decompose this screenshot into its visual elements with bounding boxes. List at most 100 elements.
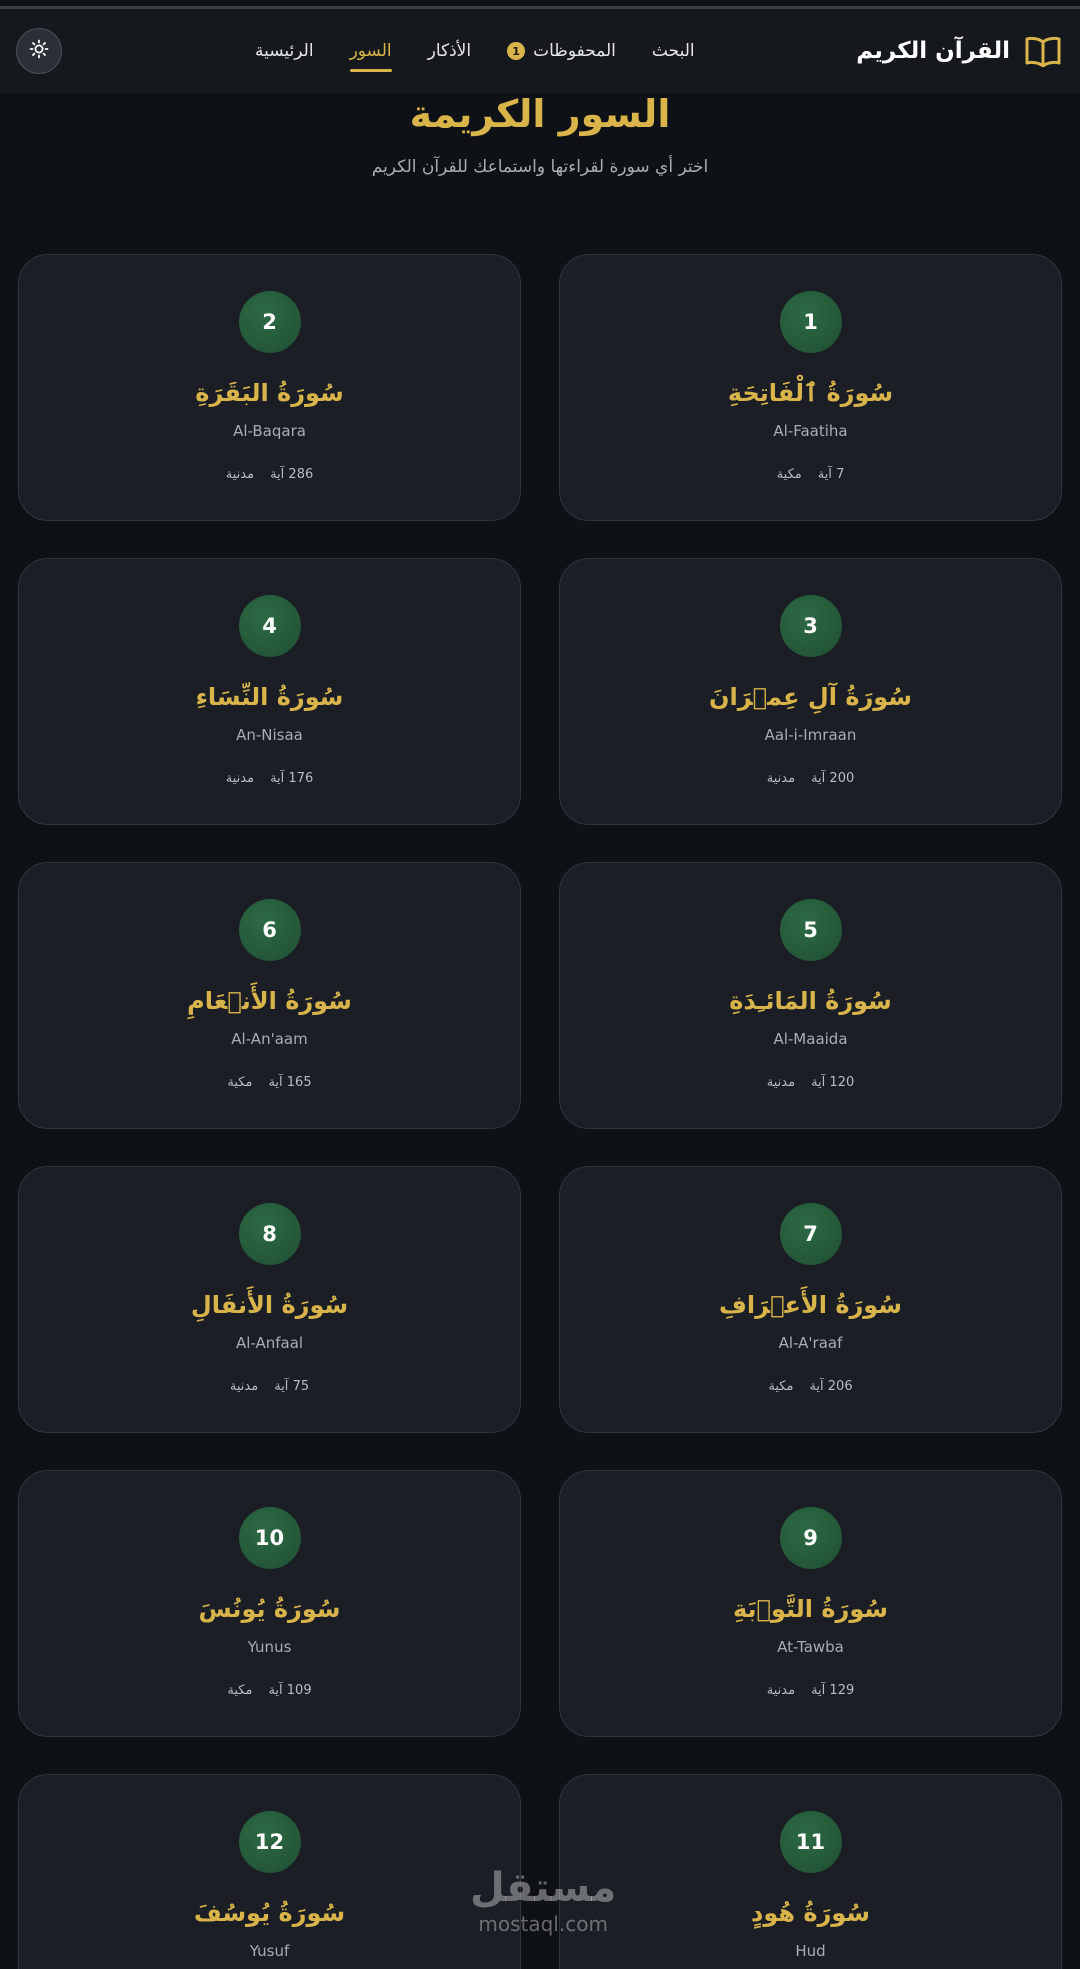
surah-card[interactable]: 8 سُورَةُ الأَنفَالِ Al-Anfaal 75 آية مد… <box>18 1166 521 1433</box>
ayah-word: آية <box>809 1379 824 1394</box>
surah-card[interactable]: 3 سُورَةُ آلِ عِمۡرَانَ Aal-i-Imraan 200… <box>559 558 1062 825</box>
surah-name-english: At-Tawba <box>777 1638 844 1656</box>
surah-number-badge: 6 <box>238 899 301 961</box>
nav-surahs-label: السور <box>349 41 392 61</box>
surah-name-english: Al-A'raaf <box>778 1334 843 1352</box>
ayah-word: آية <box>274 1379 289 1394</box>
surah-card[interactable]: 1 سُورَةُ ٱلْفَاتِحَةِ Al-Faatiha 7 آية … <box>559 254 1062 521</box>
surah-number-badge: 11 <box>779 1811 842 1873</box>
surah-meta: 206 آية مكية <box>560 1379 1061 1394</box>
sun-icon <box>29 39 49 63</box>
surah-name-arabic: سُورَةُ هُودٍ <box>751 1899 870 1927</box>
surah-name-arabic: سُورَةُ يُونُسَ <box>198 1595 341 1623</box>
surah-number-badge: 9 <box>779 1507 842 1569</box>
surah-card[interactable]: 4 سُورَةُ النِّسَاءِ An-Nisaa 176 آية مد… <box>18 558 521 825</box>
surah-meta: 129 آية مدنية <box>560 1683 1061 1698</box>
surah-name-arabic: سُورَةُ النِّسَاءِ <box>195 683 344 711</box>
nav-saved-label: المحفوظات <box>533 41 616 61</box>
surah-card[interactable]: 9 سُورَةُ التَّوۡبَةِ At-Tawba 129 آية م… <box>559 1470 1062 1737</box>
ayah-count-number: 176 <box>288 771 314 786</box>
surah-card[interactable]: 12 سُورَةُ يُوسُفَ Yusuf <box>18 1774 521 1969</box>
surah-name-english: An-Nisaa <box>236 726 303 744</box>
revelation-type: مدنية <box>225 771 255 786</box>
surah-name-arabic: سُورَةُ الأَنۡعَامِ <box>187 987 352 1015</box>
ayah-count: 75 آية <box>274 1379 309 1394</box>
nav-saved[interactable]: المحفوظات 1 <box>507 9 616 93</box>
saved-count-badge: 1 <box>507 42 526 60</box>
nav-search[interactable]: البحث <box>652 9 695 93</box>
surah-number-badge: 5 <box>779 899 842 961</box>
surah-name-arabic: سُورَةُ البَقَرَةِ <box>195 379 344 407</box>
revelation-type: مكية <box>776 467 802 482</box>
surah-name-arabic: سُورَةُ ٱلْفَاتِحَةِ <box>727 379 894 407</box>
surah-card[interactable]: 5 سُورَةُ المَائـِدَةِ Al-Maaida 120 آية… <box>559 862 1062 1129</box>
surah-card[interactable]: 7 سُورَةُ الأَعۡرَافِ Al-A'raaf 206 آية … <box>559 1166 1062 1433</box>
surah-name-english: Al-Anfaal <box>235 1334 304 1352</box>
surah-meta: 200 آية مدنية <box>560 771 1061 786</box>
revelation-type: مكية <box>227 1683 253 1698</box>
ayah-count: 206 آية <box>809 1379 852 1394</box>
surah-number-badge: 8 <box>238 1203 301 1265</box>
ayah-count-number: 75 <box>292 1379 310 1394</box>
surah-card[interactable]: 6 سُورَةُ الأَنۡعَامِ Al-An'aam 165 آية … <box>18 862 521 1129</box>
surah-name-english: Yunus <box>247 1638 292 1656</box>
surah-meta: 75 آية مدنية <box>19 1379 520 1394</box>
surah-number-badge: 2 <box>238 291 301 353</box>
surah-number-badge: 1 <box>779 291 842 353</box>
surah-name-english: Al-Faatiha <box>773 422 848 440</box>
surah-name-arabic: سُورَةُ الأَنفَالِ <box>190 1291 349 1319</box>
surah-meta: 176 آية مدنية <box>19 771 520 786</box>
surah-number-badge: 10 <box>238 1507 301 1569</box>
ayah-count-number: 165 <box>286 1075 312 1090</box>
nav-home[interactable]: الرئيسية <box>255 9 314 93</box>
surah-name-arabic: سُورَةُ التَّوۡبَةِ <box>732 1595 889 1623</box>
nav-surahs[interactable]: السور <box>349 9 392 93</box>
nav-home-label: الرئيسية <box>255 41 314 61</box>
ayah-word: آية <box>268 1075 283 1090</box>
revelation-type: مدنية <box>766 1075 796 1090</box>
surah-card[interactable]: 11 سُورَةُ هُودٍ Hud <box>559 1774 1062 1969</box>
surah-name-english: Aal-i-Imraan <box>764 726 857 744</box>
surah-card[interactable]: 2 سُورَةُ البَقَرَةِ Al-Baqara 286 آية م… <box>18 254 521 521</box>
surah-number-badge: 12 <box>238 1811 301 1873</box>
surah-name-arabic: سُورَةُ يُوسُفَ <box>193 1899 346 1927</box>
ayah-count-number: 109 <box>286 1683 312 1698</box>
ayah-count-number: 200 <box>829 771 855 786</box>
surah-name-arabic: سُورَةُ الأَعۡرَافِ <box>719 1291 902 1319</box>
surah-number-badge: 3 <box>779 595 842 657</box>
surah-card[interactable]: 10 سُورَةُ يُونُسَ Yunus 109 آية مكية <box>18 1470 521 1737</box>
revelation-type: مدنية <box>766 1683 796 1698</box>
theme-toggle-button[interactable] <box>16 28 62 74</box>
ayah-count: 109 آية <box>268 1683 311 1698</box>
ayah-word: آية <box>270 771 285 786</box>
revelation-type: مدنية <box>229 1379 259 1394</box>
revelation-type: مدنية <box>766 771 796 786</box>
brand[interactable]: القرآن الكريم <box>856 35 1062 68</box>
revelation-type: مكية <box>768 1379 794 1394</box>
ayah-count-number: 7 <box>836 467 845 482</box>
page-title: السور الكريمة <box>409 92 671 136</box>
surah-name-english: Al-Baqara <box>233 422 306 440</box>
surah-meta: 165 آية مكية <box>19 1075 520 1090</box>
surah-number-badge: 7 <box>779 1203 842 1265</box>
revelation-type: مدنية <box>225 467 255 482</box>
surah-meta: 120 آية مدنية <box>560 1075 1061 1090</box>
ayah-count-number: 120 <box>829 1075 855 1090</box>
nav-adhkar-label: الأذكار <box>427 41 472 61</box>
ayah-count-number: 206 <box>827 1379 853 1394</box>
surah-meta: 286 آية مدنية <box>19 467 520 482</box>
ayah-count: 176 آية <box>270 771 313 786</box>
surah-name-arabic: سُورَةُ آلِ عِمۡرَانَ <box>709 683 912 711</box>
ayah-count-number: 286 <box>288 467 314 482</box>
page-subtitle: اختر أي سورة لقراءتها واستماعك للقرآن ال… <box>371 157 709 177</box>
ayah-count-number: 129 <box>829 1683 855 1698</box>
book-icon <box>1024 35 1062 68</box>
surah-name-english: Hud <box>795 1942 826 1960</box>
nav-adhkar[interactable]: الأذكار <box>428 9 471 93</box>
ayah-word: آية <box>817 467 832 482</box>
main-nav: الرئيسية السور الأذكار المحفوظات 1 البحث <box>255 9 695 93</box>
ayah-count: 120 آية <box>811 1075 854 1090</box>
ayah-count: 165 آية <box>268 1075 311 1090</box>
ayah-word: آية <box>811 771 826 786</box>
surah-meta: 109 آية مكية <box>19 1683 520 1698</box>
